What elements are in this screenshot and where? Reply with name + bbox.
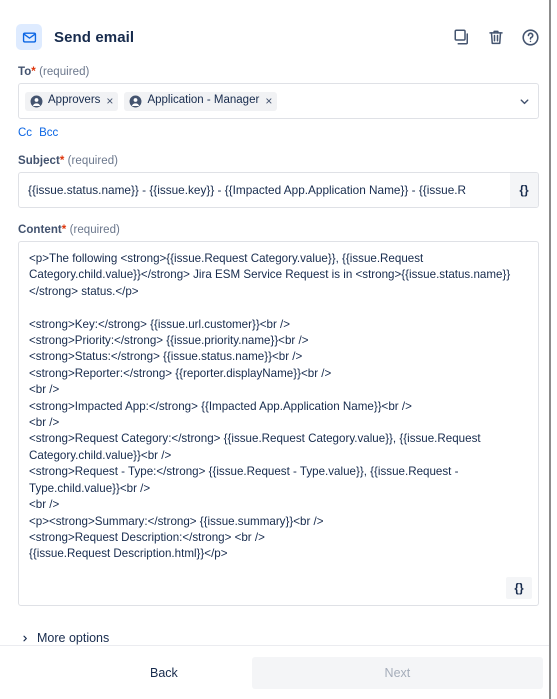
panel-footer: Back Next <box>0 645 557 699</box>
remove-chip-icon[interactable]: × <box>105 95 113 107</box>
panel-header: Send email <box>0 0 557 58</box>
form-body: To* (required) Approvers × Application -… <box>0 58 557 614</box>
content-input[interactable]: <p>The following <strong>{{issue.Request… <box>29 251 528 563</box>
to-required-note: (required) <box>39 66 90 78</box>
subject-field-label: Subject* (required) <box>18 155 539 167</box>
to-field: To* (required) Approvers × Application -… <box>18 66 539 119</box>
more-options-label: More options <box>37 631 110 645</box>
to-input[interactable]: Approvers × Application - Manager × <box>18 83 539 119</box>
to-label-text: To <box>18 66 32 78</box>
cc-link[interactable]: Cc <box>18 127 32 139</box>
chevron-right-icon <box>20 632 29 644</box>
subject-required-note: (required) <box>67 155 119 167</box>
chevron-down-icon[interactable] <box>516 93 532 109</box>
to-required-star: * <box>31 66 36 78</box>
back-button[interactable]: Back <box>132 658 196 688</box>
to-field-label: To* (required) <box>18 66 539 78</box>
person-avatar-icon <box>30 95 43 108</box>
recipient-chip-label: Application - Manager <box>147 94 260 107</box>
next-button: Next <box>251 656 543 689</box>
trash-icon[interactable] <box>485 26 507 48</box>
panel-header-actions <box>451 26 541 48</box>
panel-right-edge <box>551 0 557 699</box>
subject-label-text: Subject <box>18 155 60 167</box>
recipient-chip-label: Approvers <box>48 94 101 107</box>
content-smart-values-button[interactable]: {} <box>506 577 532 599</box>
help-icon[interactable] <box>519 26 541 48</box>
panel-header-left: Send email <box>16 24 451 50</box>
cc-bcc-row: Cc Bcc <box>18 127 539 139</box>
content-field: Content* (required) <p>The following <st… <box>18 224 539 606</box>
content-required-note: (required) <box>69 224 120 236</box>
to-chip-list: Approvers × Application - Manager × <box>25 91 510 111</box>
remove-chip-icon[interactable]: × <box>264 95 272 107</box>
send-email-panel: Send email To* (required) Approvers × Ap… <box>0 0 557 699</box>
subject-field: Subject* (required) {{issue.status.name}… <box>18 155 539 208</box>
subject-required-star: * <box>59 155 65 167</box>
mail-icon <box>16 24 42 50</box>
person-avatar-icon <box>129 95 142 108</box>
recipient-chip[interactable]: Approvers × <box>25 91 119 111</box>
subject-input-wrapper[interactable]: {{issue.status.name}} - {{issue.key}} - … <box>18 172 539 208</box>
copy-icon[interactable] <box>451 26 473 48</box>
subject-input[interactable]: {{issue.status.name}} - {{issue.key}} - … <box>19 173 510 207</box>
subject-smart-values-button[interactable]: {} <box>510 173 538 207</box>
bcc-link[interactable]: Bcc <box>39 127 58 139</box>
content-field-label: Content* (required) <box>18 224 539 236</box>
content-required-star: * <box>61 224 67 236</box>
page-title: Send email <box>54 28 135 46</box>
content-editor-wrapper[interactable]: <p>The following <strong>{{issue.Request… <box>18 241 539 606</box>
more-options-toggle[interactable]: More options <box>0 614 557 645</box>
content-label-text: Content <box>18 224 62 236</box>
recipient-chip[interactable]: Application - Manager × <box>124 91 278 111</box>
